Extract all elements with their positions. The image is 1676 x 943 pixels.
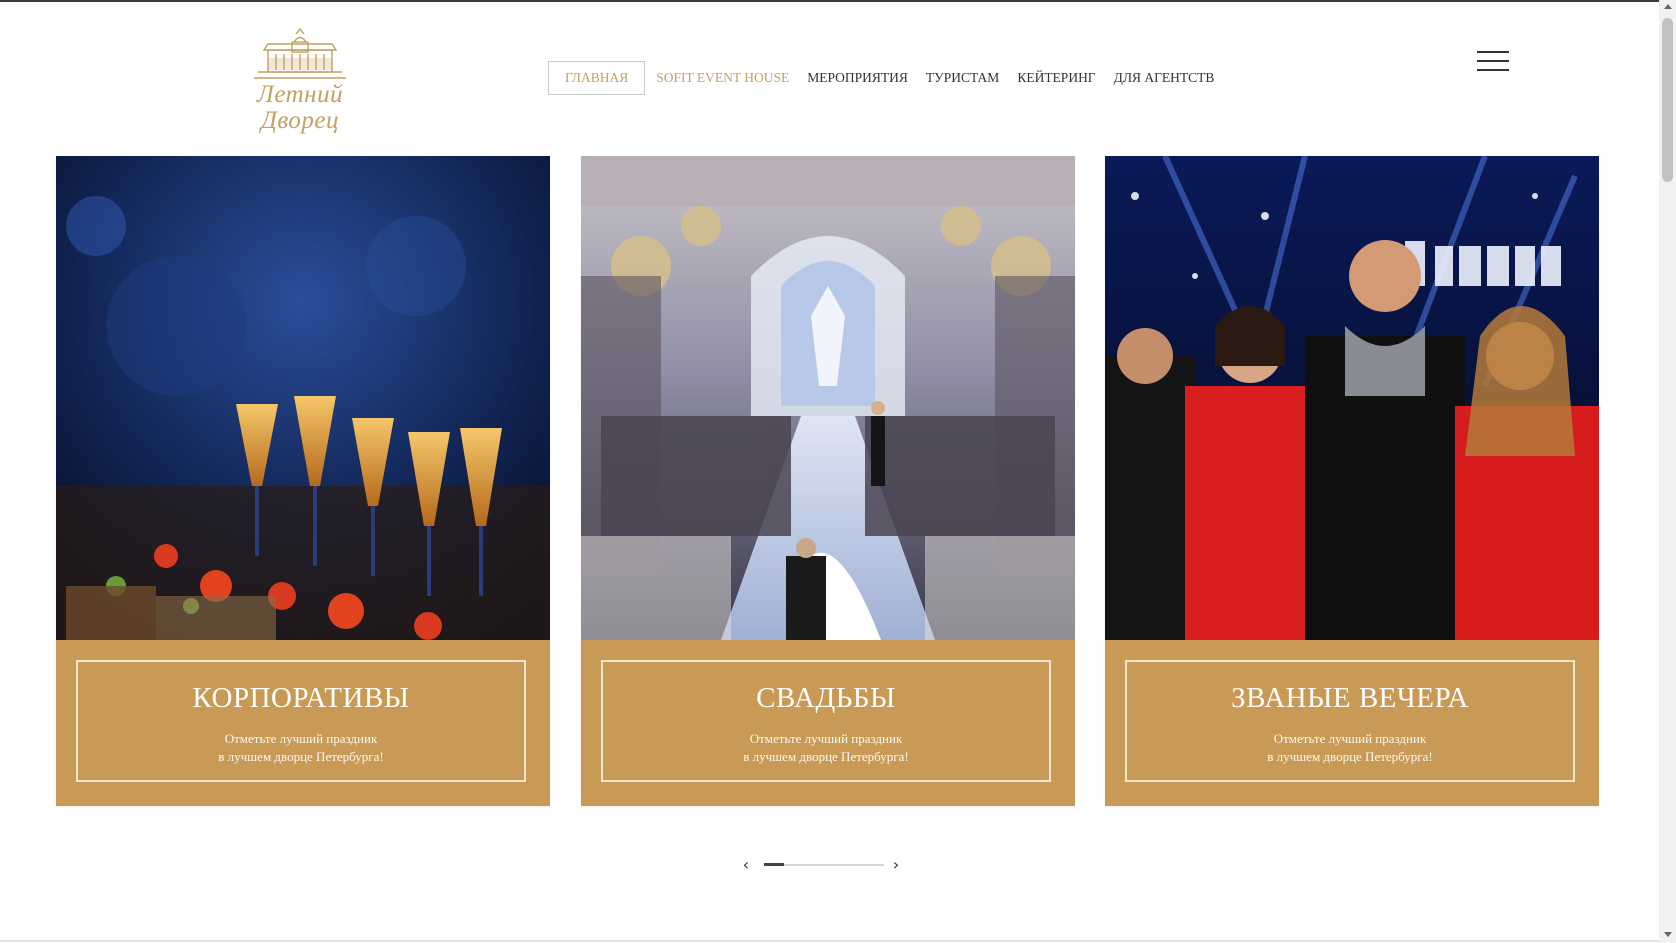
nav-item-tourists[interactable]: ТУРИСТАМ — [917, 62, 1008, 94]
nav-item-home[interactable]: ГЛАВНАЯ — [548, 61, 646, 95]
card-text-line: Отметьте лучший праздник — [224, 731, 378, 746]
card-text-line: в лучшем дворце Петербурга! — [743, 749, 909, 764]
nav-item-sofit-event-house[interactable]: SOFIT EVENT HOUSE — [647, 62, 798, 94]
scroll-up-arrow-icon[interactable] — [1664, 4, 1672, 9]
nav-item-catering[interactable]: КЕЙТЕРИНГ — [1008, 62, 1104, 94]
hamburger-line — [1477, 51, 1509, 53]
main-nav: ГЛАВНАЯ SOFIT EVENT HOUSE МЕРОПРИЯТИЯ ТУ… — [548, 61, 1223, 95]
card-text: Отметьте лучший праздник в лучшем дворце… — [603, 730, 1049, 766]
card-text: Отметьте лучший праздник в лучшем дворце… — [1127, 730, 1573, 766]
scrollbar-thumb[interactable] — [1662, 18, 1673, 182]
hamburger-line — [1477, 69, 1509, 71]
bottom-divider — [0, 940, 1659, 942]
card-caption-box: КОРПОРАТИВЫ Отметьте лучший праздник в л… — [76, 660, 526, 782]
nav-item-events[interactable]: МЕРОПРИЯТИЯ — [798, 62, 917, 94]
page-scrollbar[interactable] — [1659, 0, 1676, 943]
carousel-progress-thumb[interactable] — [764, 863, 784, 866]
site-logo[interactable]: Летний Дворец — [215, 28, 385, 134]
card-title: КОРПОРАТИВЫ — [192, 682, 410, 714]
card-text: Отметьте лучший праздник в лучшем дворце… — [78, 730, 524, 766]
chevron-left-icon[interactable]: ‹ — [736, 855, 756, 875]
card-title: СВАДЬБЫ — [756, 682, 896, 714]
card-weddings[interactable]: СВАДЬБЫ Отметьте лучший праздник в лучше… — [581, 156, 1075, 806]
logo-title: Летний Дворец — [256, 81, 344, 134]
top-border — [0, 0, 1676, 2]
chevron-right-icon[interactable]: › — [886, 855, 906, 875]
card-text-line: Отметьте лучший праздник — [749, 731, 903, 746]
palace-icon — [254, 28, 346, 79]
party-guests-photo — [1105, 156, 1599, 640]
card-text-line: в лучшем дворце Петербурга! — [1267, 749, 1433, 764]
hamburger-icon[interactable] — [1477, 51, 1509, 71]
carousel-progress-track[interactable] — [764, 863, 884, 866]
card-text-line: в лучшем дворце Петербурга! — [218, 749, 384, 764]
card-caption-box: СВАДЬБЫ Отметьте лучший праздник в лучше… — [601, 660, 1051, 782]
card-title: ЗВАНЫЕ ВЕЧЕРА — [1231, 682, 1469, 714]
card-gala-evenings[interactable]: ЗВАНЫЕ ВЕЧЕРА Отметьте лучший праздник в… — [1105, 156, 1599, 806]
card-text-line: Отметьте лучший праздник — [1273, 731, 1427, 746]
wedding-hall-photo — [581, 156, 1075, 640]
scroll-down-arrow-icon[interactable] — [1664, 932, 1672, 937]
card-corporate[interactable]: КОРПОРАТИВЫ Отметьте лучший праздник в л… — [56, 156, 550, 806]
hamburger-line — [1477, 60, 1509, 62]
catering-glasses-photo — [56, 156, 550, 640]
nav-item-agencies[interactable]: ДЛЯ АГЕНТСТВ — [1105, 62, 1224, 94]
card-caption-box: ЗВАНЫЕ ВЕЧЕРА Отметьте лучший праздник в… — [1125, 660, 1575, 782]
